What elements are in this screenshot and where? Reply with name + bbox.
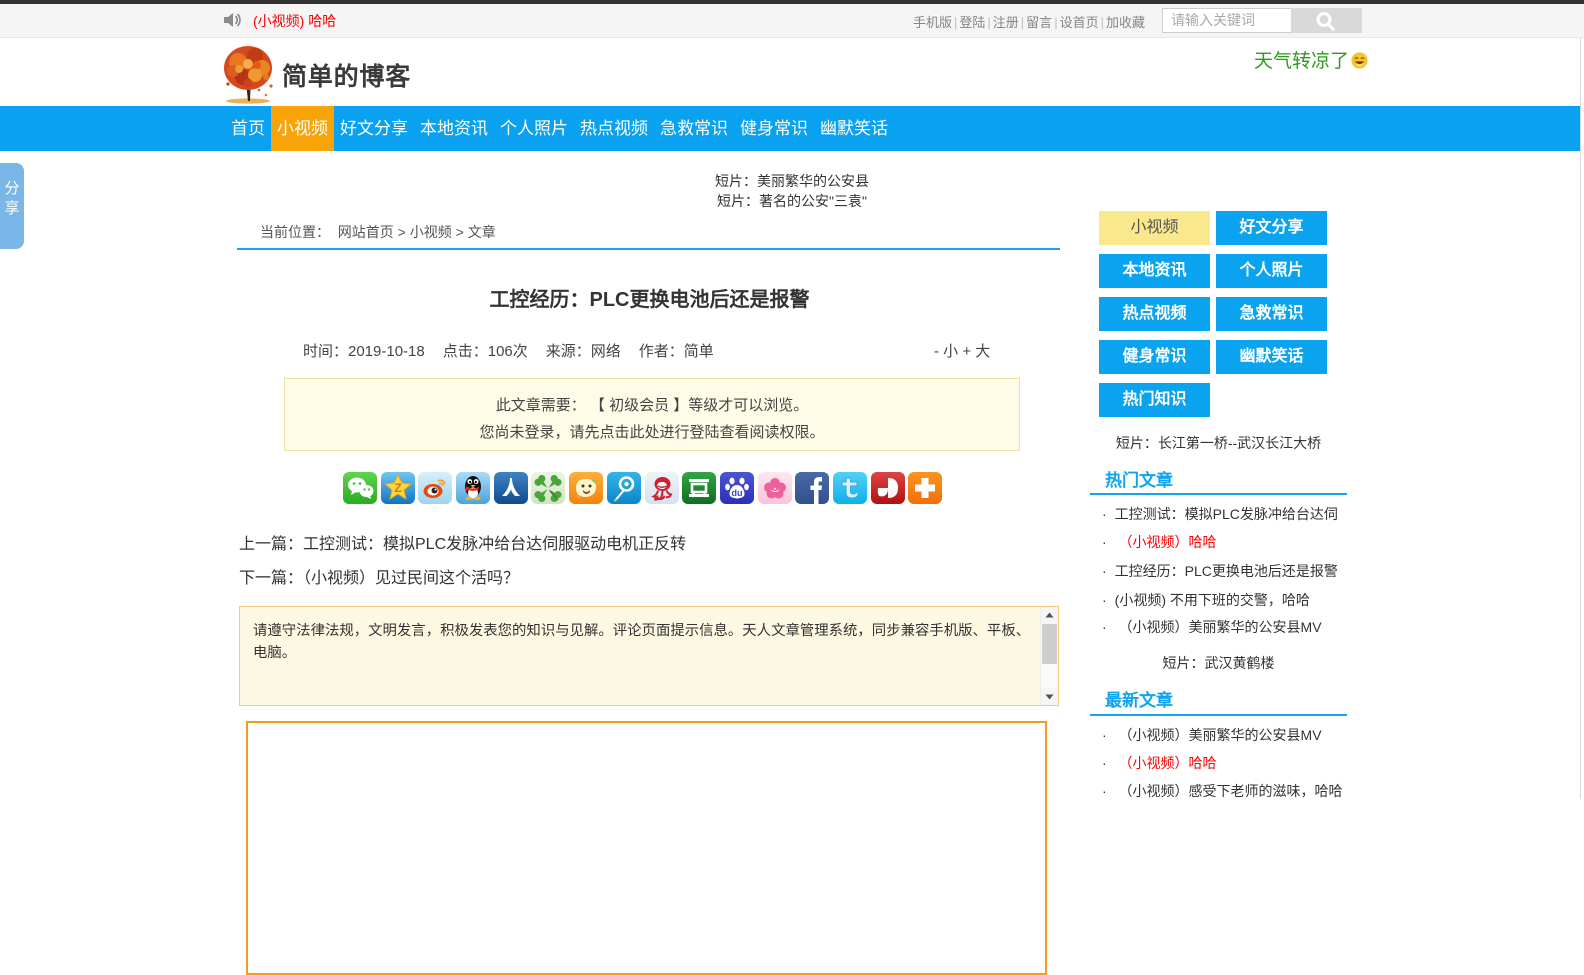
svg-text:du: du <box>731 488 742 498</box>
svg-text:Z: Z <box>394 481 401 495</box>
